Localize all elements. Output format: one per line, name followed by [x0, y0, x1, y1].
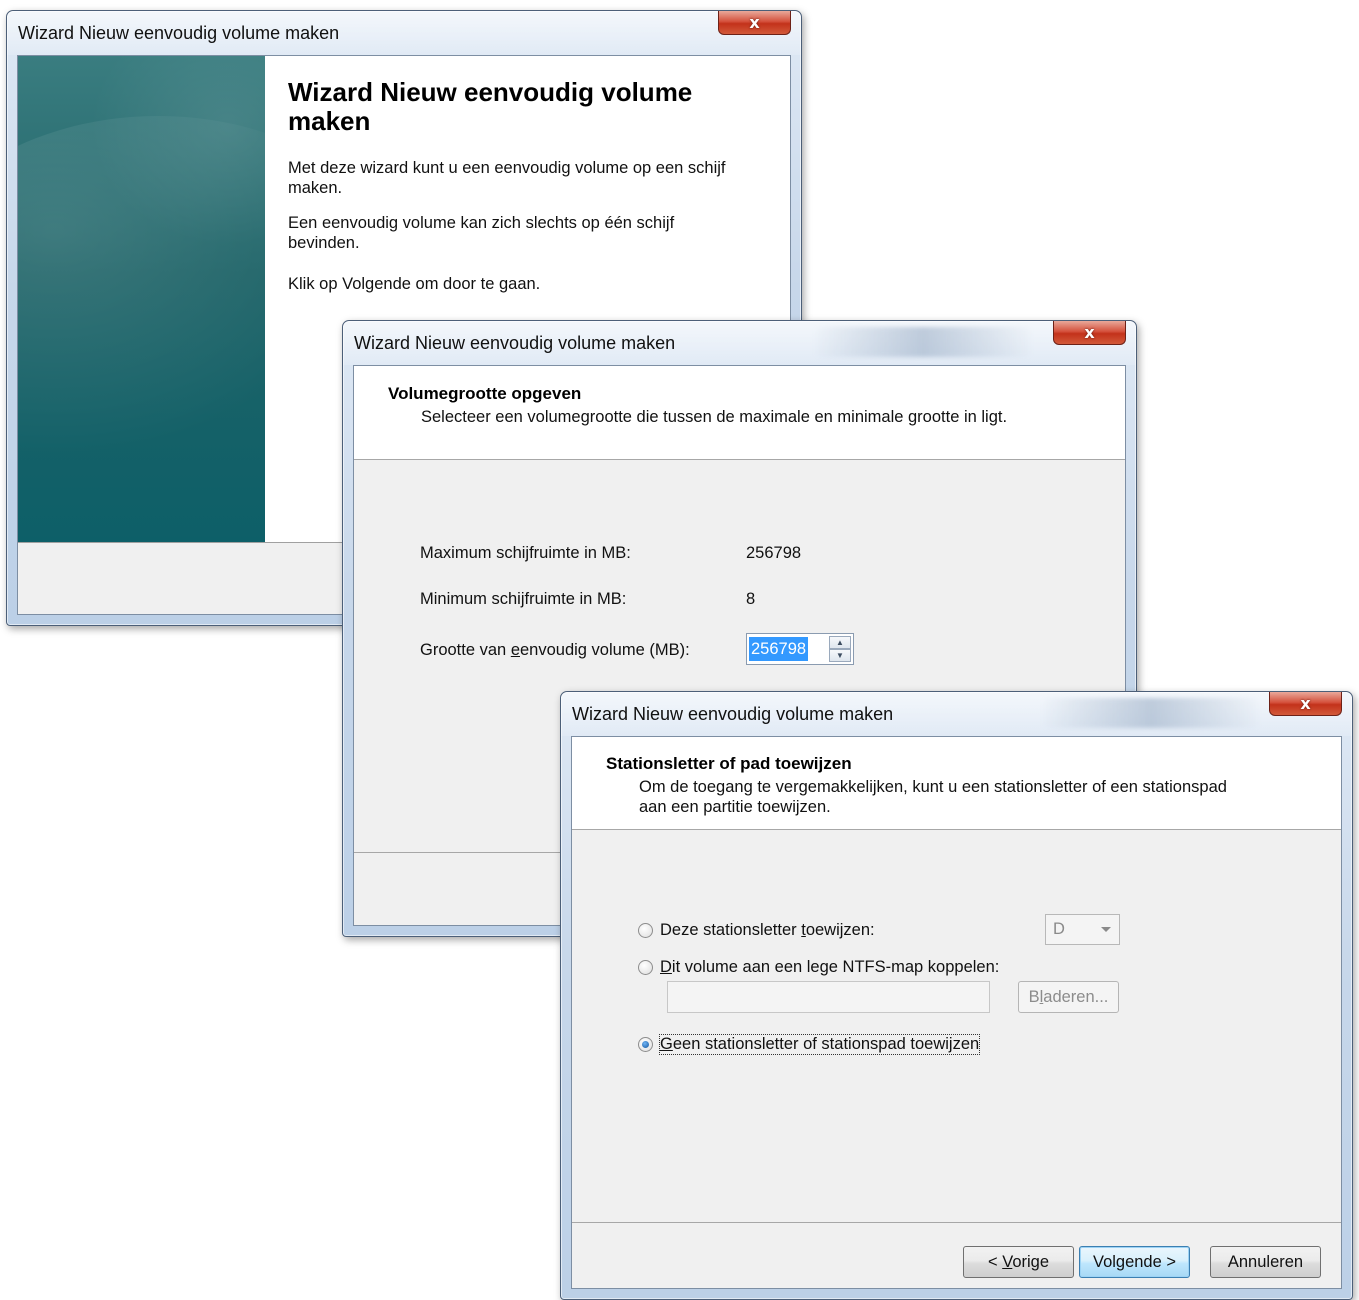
close-icon: x [1084, 323, 1095, 342]
option-mount-ntfs-folder[interactable]: Dit volume aan een lege NTFS-map koppele… [638, 958, 999, 977]
page-title: Volumegrootte opgeven [388, 384, 582, 403]
option-assign-drive-letter[interactable]: Deze stationsletter toewijzen: [638, 921, 875, 940]
stepper-arrows: ▲ ▼ [829, 636, 851, 662]
background-blur [1041, 698, 1261, 728]
window-title: Wizard Nieuw eenvoudig volume maken [18, 23, 340, 43]
back-button[interactable]: < Vorige [963, 1246, 1074, 1278]
title-bar[interactable]: Wizard Nieuw eenvoudig volume maken [7, 11, 801, 55]
ntfs-path-input[interactable] [667, 981, 990, 1013]
title-bar[interactable]: Wizard Nieuw eenvoudig volume maken [561, 692, 1352, 736]
close-button[interactable]: x [1053, 321, 1126, 345]
option-no-drive-letter[interactable]: Geen stationsletter of stationspad toewi… [638, 1034, 981, 1055]
min-space-label: Minimum schijfruimte in MB: [420, 590, 627, 608]
footer-separator [572, 1222, 1341, 1223]
window-title: Wizard Nieuw eenvoudig volume maken [572, 704, 894, 724]
volume-size-stepper[interactable]: 256798 ▲ ▼ [746, 633, 854, 665]
radio-button[interactable] [638, 960, 653, 975]
volume-size-label: Grootte van eenvoudig volume (MB): [420, 641, 690, 659]
volume-size-input[interactable]: 256798 [749, 637, 809, 661]
title-bar[interactable]: Wizard Nieuw eenvoudig volume maken [343, 321, 1136, 365]
page-title: Stationsletter of pad toewijzen [606, 754, 852, 773]
close-icon: x [1300, 694, 1311, 713]
background-blur [813, 327, 1033, 357]
welcome-paragraph: Klik op Volgende om door te gaan. [288, 275, 541, 293]
option-label: Deze stationsletter toewijzen: [660, 921, 875, 939]
welcome-heading: Wizard Nieuw eenvoudig volume maken [288, 77, 693, 136]
stepper-up-icon[interactable]: ▲ [829, 636, 851, 649]
close-button[interactable]: x [718, 11, 791, 35]
wizard-header: Volumegrootte opgeven Selecteer een volu… [354, 366, 1125, 460]
stepper-down-icon[interactable]: ▼ [829, 649, 851, 662]
wizard-header: Stationsletter of pad toewijzen Om de to… [572, 737, 1341, 830]
option-label: Geen stationsletter of stationspad toewi… [658, 1034, 981, 1055]
page-subtitle: Om de toegang te vergemakkelijken, kunt … [639, 778, 1227, 816]
chevron-down-icon [1101, 927, 1111, 932]
close-icon: x [749, 13, 760, 32]
min-space-value: 8 [746, 590, 756, 608]
window-title: Wizard Nieuw eenvoudig volume maken [354, 333, 676, 353]
next-button[interactable]: Volgende > [1079, 1246, 1190, 1278]
wizard-banner-image [18, 56, 265, 542]
wizard-window-drive-letter: Wizard Nieuw eenvoudig volume maken x St… [560, 691, 1353, 1300]
welcome-paragraph: Een eenvoudig volume kan zich slechts op… [288, 214, 675, 252]
cancel-button[interactable]: Annuleren [1210, 1246, 1321, 1278]
radio-button-selected[interactable] [638, 1037, 653, 1052]
welcome-paragraph: Met deze wizard kunt u een eenvoudig vol… [288, 159, 726, 197]
max-space-value: 256798 [746, 544, 802, 562]
page-subtitle: Selecteer een volumegrootte die tussen d… [421, 408, 1008, 426]
close-button[interactable]: x [1269, 692, 1342, 716]
radio-button[interactable] [638, 923, 653, 938]
drive-letter-select[interactable]: D [1045, 914, 1120, 945]
wizard-client-area: Stationsletter of pad toewijzen Om de to… [571, 736, 1342, 1289]
option-label: Dit volume aan een lege NTFS-map koppele… [660, 958, 1000, 976]
max-space-label: Maximum schijfruimte in MB: [420, 544, 631, 562]
browse-button[interactable]: Bladeren... [1018, 981, 1119, 1013]
drive-letter-value: D [1053, 920, 1065, 938]
